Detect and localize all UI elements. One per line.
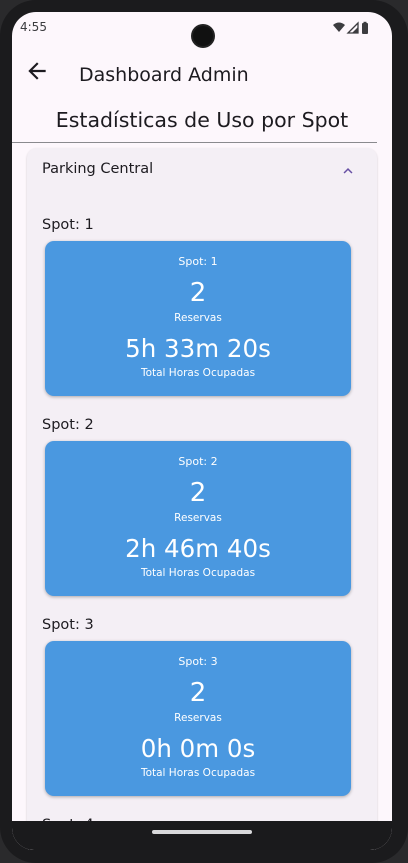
parking-name: Parking Central [42, 161, 154, 177]
spot-stats-card: Spot: 2 2 Reservas 2h 46m 40s Total Hora… [45, 441, 351, 596]
gesture-nav-bar [12, 821, 392, 850]
reservations-count: 2 [189, 678, 207, 708]
occupied-hours: 5h 33m 20s [125, 334, 271, 363]
card-spot-name: Spot: 2 [178, 455, 218, 468]
app-bar: Dashboard Admin [12, 44, 392, 108]
reservations-count: 2 [189, 478, 207, 508]
app-screen: 4:55 Dashboard Admin Estadísticas de Uso… [12, 12, 392, 850]
reservations-count: 2 [189, 278, 207, 308]
spot-stats-card: Spot: 1 2 Reservas 5h 33m 20s Total Hora… [45, 241, 351, 396]
status-time: 4:55 [20, 20, 47, 34]
spot-label: Spot: 2 [42, 417, 94, 433]
app-bar-title: Dashboard Admin [79, 64, 249, 86]
spot-label: Spot: 3 [42, 617, 94, 633]
reservations-label: Reservas [174, 512, 222, 524]
status-icons [332, 21, 370, 35]
arrow-back-icon [28, 62, 46, 80]
front-camera [193, 26, 213, 46]
occupied-hours-label: Total Horas Ocupadas [140, 367, 256, 379]
back-button[interactable] [24, 58, 50, 84]
occupied-hours: 0h 0m 0s [140, 734, 256, 763]
collapse-button[interactable] [339, 162, 357, 180]
spot-label: Spot: 1 [42, 217, 94, 233]
card-spot-name: Spot: 3 [178, 655, 218, 668]
chevron-up-icon [343, 168, 353, 174]
card-spot-name: Spot: 1 [178, 255, 218, 268]
status-bar: 4:55 [12, 12, 392, 46]
panel-header[interactable]: Parking Central [27, 148, 377, 194]
page-title: Estadísticas de Uso por Spot [55, 108, 349, 132]
occupied-hours-label: Total Horas Ocupadas [140, 567, 256, 579]
occupied-hours: 2h 46m 40s [125, 534, 271, 563]
occupied-hours-label: Total Horas Ocupadas [140, 767, 256, 779]
reservations-label: Reservas [174, 712, 222, 724]
device-frame: 4:55 Dashboard Admin Estadísticas de Uso… [0, 0, 408, 863]
reservations-label: Reservas [174, 312, 222, 324]
heading-divider [12, 142, 377, 143]
spot-stats-card: Spot: 3 2 Reservas 0h 0m 0s Total Horas … [45, 641, 351, 796]
battery-icon [362, 23, 368, 34]
parking-expansion-panel: Parking Central Spot: 1 Spot: 1 2 Reserv… [27, 148, 377, 850]
wifi-icon [333, 22, 345, 32]
home-gesture-handle[interactable] [152, 830, 252, 834]
